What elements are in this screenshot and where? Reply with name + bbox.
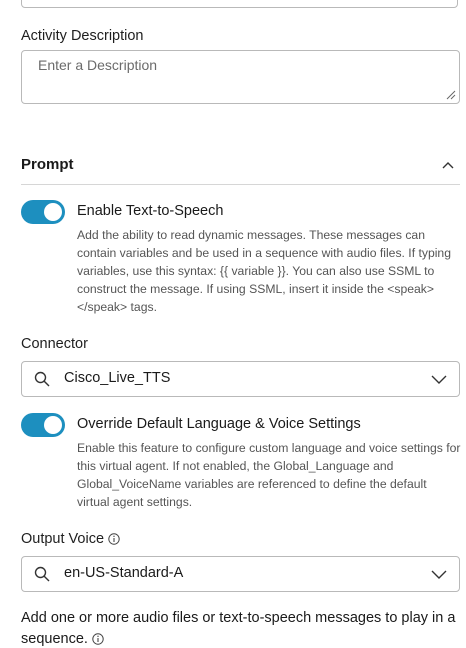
override-voice-settings-help: Enable this feature to configure custom … — [77, 441, 461, 509]
override-voice-settings-toggle[interactable] — [21, 413, 65, 437]
output-voice-label: Output Voice — [21, 531, 105, 547]
text-to-speech-help: Add the ability to read dynamic messages… — [77, 228, 451, 314]
activity-name-field[interactable] — [21, 0, 458, 8]
chevron-down-icon[interactable] — [431, 374, 447, 384]
toggle-knob — [44, 416, 62, 434]
connector-select[interactable]: Cisco_Live_TTS — [21, 361, 460, 397]
connector-value: Cisco_Live_TTS — [64, 370, 171, 386]
activity-description-textarea[interactable]: Enter a Description — [21, 50, 460, 104]
activity-description-label: Activity Description — [21, 28, 144, 44]
output-voice-value: en-US-Standard-A — [64, 565, 184, 581]
info-icon[interactable] — [108, 533, 120, 545]
toggle-knob — [44, 203, 62, 221]
prompt-section-title: Prompt — [21, 156, 74, 173]
activity-description-placeholder: Enter a Description — [38, 57, 158, 73]
section-divider — [21, 184, 460, 185]
override-voice-settings-label: Override Default Language & Voice Settin… — [77, 416, 361, 432]
info-icon[interactable] — [92, 633, 104, 645]
text-to-speech-label: Enable Text-to-Speech — [77, 203, 224, 219]
connector-label: Connector — [21, 336, 88, 352]
chevron-down-icon[interactable] — [431, 569, 447, 579]
prompt-settings-panel: Activity Description Enter a Description… — [0, 0, 466, 648]
output-voice-select[interactable]: en-US-Standard-A — [21, 556, 460, 592]
output-voice-label-row: Output Voice — [21, 531, 120, 547]
sequence-hint: Add one or more audio files or text-to-s… — [21, 608, 463, 648]
search-icon — [34, 566, 50, 582]
chevron-up-icon[interactable] — [442, 160, 454, 170]
sequence-hint-text: Add one or more audio files or text-to-s… — [21, 610, 456, 647]
text-to-speech-toggle[interactable] — [21, 200, 65, 224]
search-icon — [34, 371, 50, 387]
resize-grip-icon[interactable] — [446, 90, 456, 100]
